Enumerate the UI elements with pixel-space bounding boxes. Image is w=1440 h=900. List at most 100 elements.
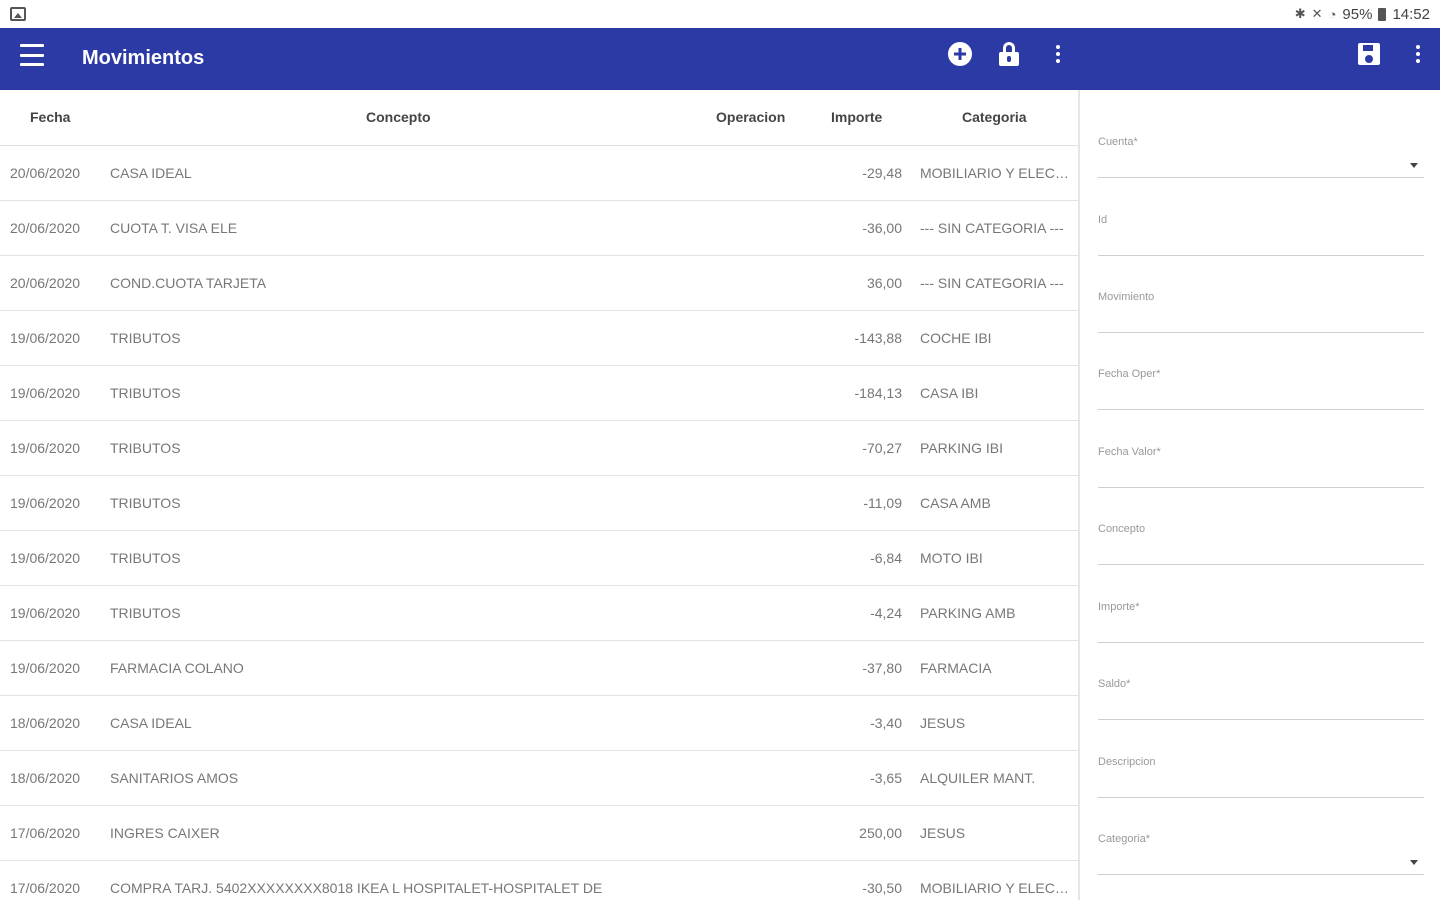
- cell-fecha: 19/06/2020: [10, 440, 81, 456]
- cell-concepto: TRIBUTOS: [110, 495, 181, 511]
- battery-icon: [1378, 7, 1387, 21]
- menu-icon[interactable]: [20, 44, 44, 66]
- table-row[interactable]: 19/06/2020 TRIBUTOS -11,09 CASA AMB: [0, 476, 1078, 531]
- form-field-fecha-oper[interactable]: Fecha Oper*: [1098, 338, 1424, 410]
- cell-fecha: 19/06/2020: [10, 330, 81, 346]
- cell-importe: -37,80: [862, 660, 902, 676]
- table-row[interactable]: 19/06/2020 TRIBUTOS -6,84 MOTO IBI: [0, 531, 1078, 586]
- dropdown-arrow-icon[interactable]: [1410, 860, 1418, 865]
- cell-categoria: ALQUILER MANT.: [920, 770, 1036, 786]
- table-more-options-button[interactable]: [1045, 41, 1071, 67]
- add-circle-icon: [948, 42, 972, 66]
- more-vert-icon: [1416, 45, 1420, 63]
- cell-fecha: 18/06/2020: [10, 770, 81, 786]
- cell-fecha: 19/06/2020: [10, 385, 81, 401]
- cell-concepto: SANITARIOS AMOS: [110, 770, 239, 786]
- field-underline: [1098, 564, 1424, 565]
- movements-table: Fecha Concepto Operacion Importe Categor…: [0, 90, 1078, 900]
- form-field-categoria[interactable]: Categoria*: [1098, 803, 1424, 875]
- form-field-movimiento[interactable]: Movimiento: [1098, 261, 1424, 333]
- cell-concepto: TRIBUTOS: [110, 385, 181, 401]
- cell-concepto: TRIBUTOS: [110, 605, 181, 621]
- form-field-id[interactable]: Id: [1098, 184, 1424, 256]
- cell-categoria: PARKING AMB: [920, 605, 1016, 621]
- status-bar: ✱ ✕ ◔ 95% 14:52: [0, 0, 1440, 28]
- table-body: 20/06/2020 CASA IDEAL -29,48 MOBILIARIO Y E…: [0, 146, 1078, 900]
- field-underline: [1098, 255, 1424, 256]
- add-button[interactable]: [947, 41, 973, 67]
- table-row[interactable]: 19/06/2020 TRIBUTOS -184,13 CASA IBI: [0, 366, 1078, 421]
- field-underline: [1098, 719, 1424, 720]
- table-row[interactable]: 20/06/2020 CASA IDEAL -29,48 MOBILIARIO Y E…: [0, 146, 1078, 201]
- cell-concepto: TRIBUTOS: [110, 440, 181, 456]
- cell-importe: -30,50: [862, 880, 902, 896]
- cell-importe: -184,13: [854, 385, 902, 401]
- form-field-concepto[interactable]: Concepto: [1098, 493, 1424, 565]
- cell-fecha: 20/06/2020: [10, 275, 81, 291]
- save-icon: [1358, 43, 1380, 65]
- cell-concepto: TRIBUTOS: [110, 330, 181, 346]
- form-field-importe[interactable]: Importe*: [1098, 571, 1424, 643]
- save-button[interactable]: [1356, 41, 1382, 67]
- table-row[interactable]: 19/06/2020 FARMACIA COLANO -37,80 FARMACIA: [0, 641, 1078, 696]
- column-header-operacion[interactable]: Operacion: [716, 109, 785, 125]
- gallery-notification-icon: [10, 7, 26, 21]
- bluetooth-icon: ✱: [1294, 6, 1306, 21]
- table-row[interactable]: 17/06/2020 COMPRA TARJ. 5402XXXXXXXX8018 …: [0, 861, 1078, 900]
- cell-concepto: FARMACIA COLANO: [110, 660, 244, 676]
- cell-importe: -70,27: [862, 440, 902, 456]
- form-field-descripcion[interactable]: Descripcion: [1098, 726, 1424, 798]
- cell-importe: -11,09: [863, 495, 902, 511]
- dropdown-arrow-icon[interactable]: [1410, 163, 1418, 168]
- movement-edit-form: Cuenta* Id Movimiento Fecha Oper* Fecha Valo…: [1080, 90, 1440, 900]
- cell-fecha: 18/06/2020: [10, 715, 81, 731]
- cell-importe: -29,48: [862, 165, 902, 181]
- field-label: Movimiento: [1098, 291, 1155, 303]
- column-header-concepto[interactable]: Concepto: [366, 109, 431, 125]
- form-field-fecha-valor[interactable]: Fecha Valor*: [1098, 416, 1424, 488]
- form-more-options-button[interactable]: [1405, 41, 1431, 67]
- clock: 14:52: [1392, 5, 1430, 23]
- field-label: Fecha Valor*: [1098, 446, 1161, 458]
- field-underline: [1098, 177, 1424, 178]
- field-label: Concepto: [1098, 523, 1146, 535]
- column-header-categoria[interactable]: Categoria: [962, 109, 1027, 125]
- field-label: Fecha Oper*: [1098, 368, 1161, 380]
- column-header-importe[interactable]: Importe: [831, 109, 882, 125]
- field-label: Categoria*: [1098, 833, 1150, 845]
- lock-icon: [999, 42, 1019, 66]
- cell-categoria: MOTO IBI: [920, 550, 983, 566]
- mute-icon: ✕: [1311, 6, 1323, 21]
- form-field-cuenta[interactable]: Cuenta*: [1098, 106, 1424, 178]
- table-row[interactable]: 20/06/2020 COND.CUOTA TARJETA 36,00 --- SIN…: [0, 256, 1078, 311]
- cell-importe: -6,84: [870, 550, 902, 566]
- cell-categoria: FARMACIA: [920, 660, 992, 676]
- field-underline: [1098, 487, 1424, 488]
- cell-fecha: 19/06/2020: [10, 550, 81, 566]
- cell-importe: 250,00: [859, 825, 902, 841]
- table-row[interactable]: 19/06/2020 TRIBUTOS -143,88 COCHE IBI: [0, 311, 1078, 366]
- lock-button[interactable]: [996, 41, 1022, 67]
- table-row[interactable]: 19/06/2020 TRIBUTOS -4,24 PARKING AMB: [0, 586, 1078, 641]
- cell-concepto: CUOTA T. VISA ELE: [110, 220, 238, 236]
- field-label: Id: [1098, 214, 1108, 226]
- app-bar: Movimientos: [0, 28, 1440, 90]
- cell-fecha: 19/06/2020: [10, 660, 81, 676]
- cell-fecha: 19/06/2020: [10, 605, 81, 621]
- status-bar-right: ✱ ✕ ◔ 95% 14:52: [1295, 6, 1430, 23]
- cell-categoria: JESUS: [920, 715, 966, 731]
- cell-fecha: 17/06/2020: [10, 825, 81, 841]
- cell-fecha: 17/06/2020: [10, 880, 81, 896]
- cell-fecha: 20/06/2020: [10, 165, 81, 181]
- form-field-saldo[interactable]: Saldo*: [1098, 648, 1424, 720]
- cell-fecha: 20/06/2020: [10, 220, 81, 236]
- cell-categoria: JESUS: [920, 825, 966, 841]
- table-row[interactable]: 20/06/2020 CUOTA T. VISA ELE -36,00 --- SIN…: [0, 201, 1078, 256]
- table-row[interactable]: 18/06/2020 SANITARIOS AMOS -3,65 ALQUILER M…: [0, 751, 1078, 806]
- cell-concepto: TRIBUTOS: [110, 550, 181, 566]
- field-label: Saldo*: [1098, 678, 1131, 690]
- column-header-fecha[interactable]: Fecha: [30, 109, 70, 125]
- table-row[interactable]: 17/06/2020 INGRES CAIXER 250,00 JESUS: [0, 806, 1078, 861]
- table-row[interactable]: 19/06/2020 TRIBUTOS -70,27 PARKING IBI: [0, 421, 1078, 476]
- table-row[interactable]: 18/06/2020 CASA IDEAL -3,40 JESUS: [0, 696, 1078, 751]
